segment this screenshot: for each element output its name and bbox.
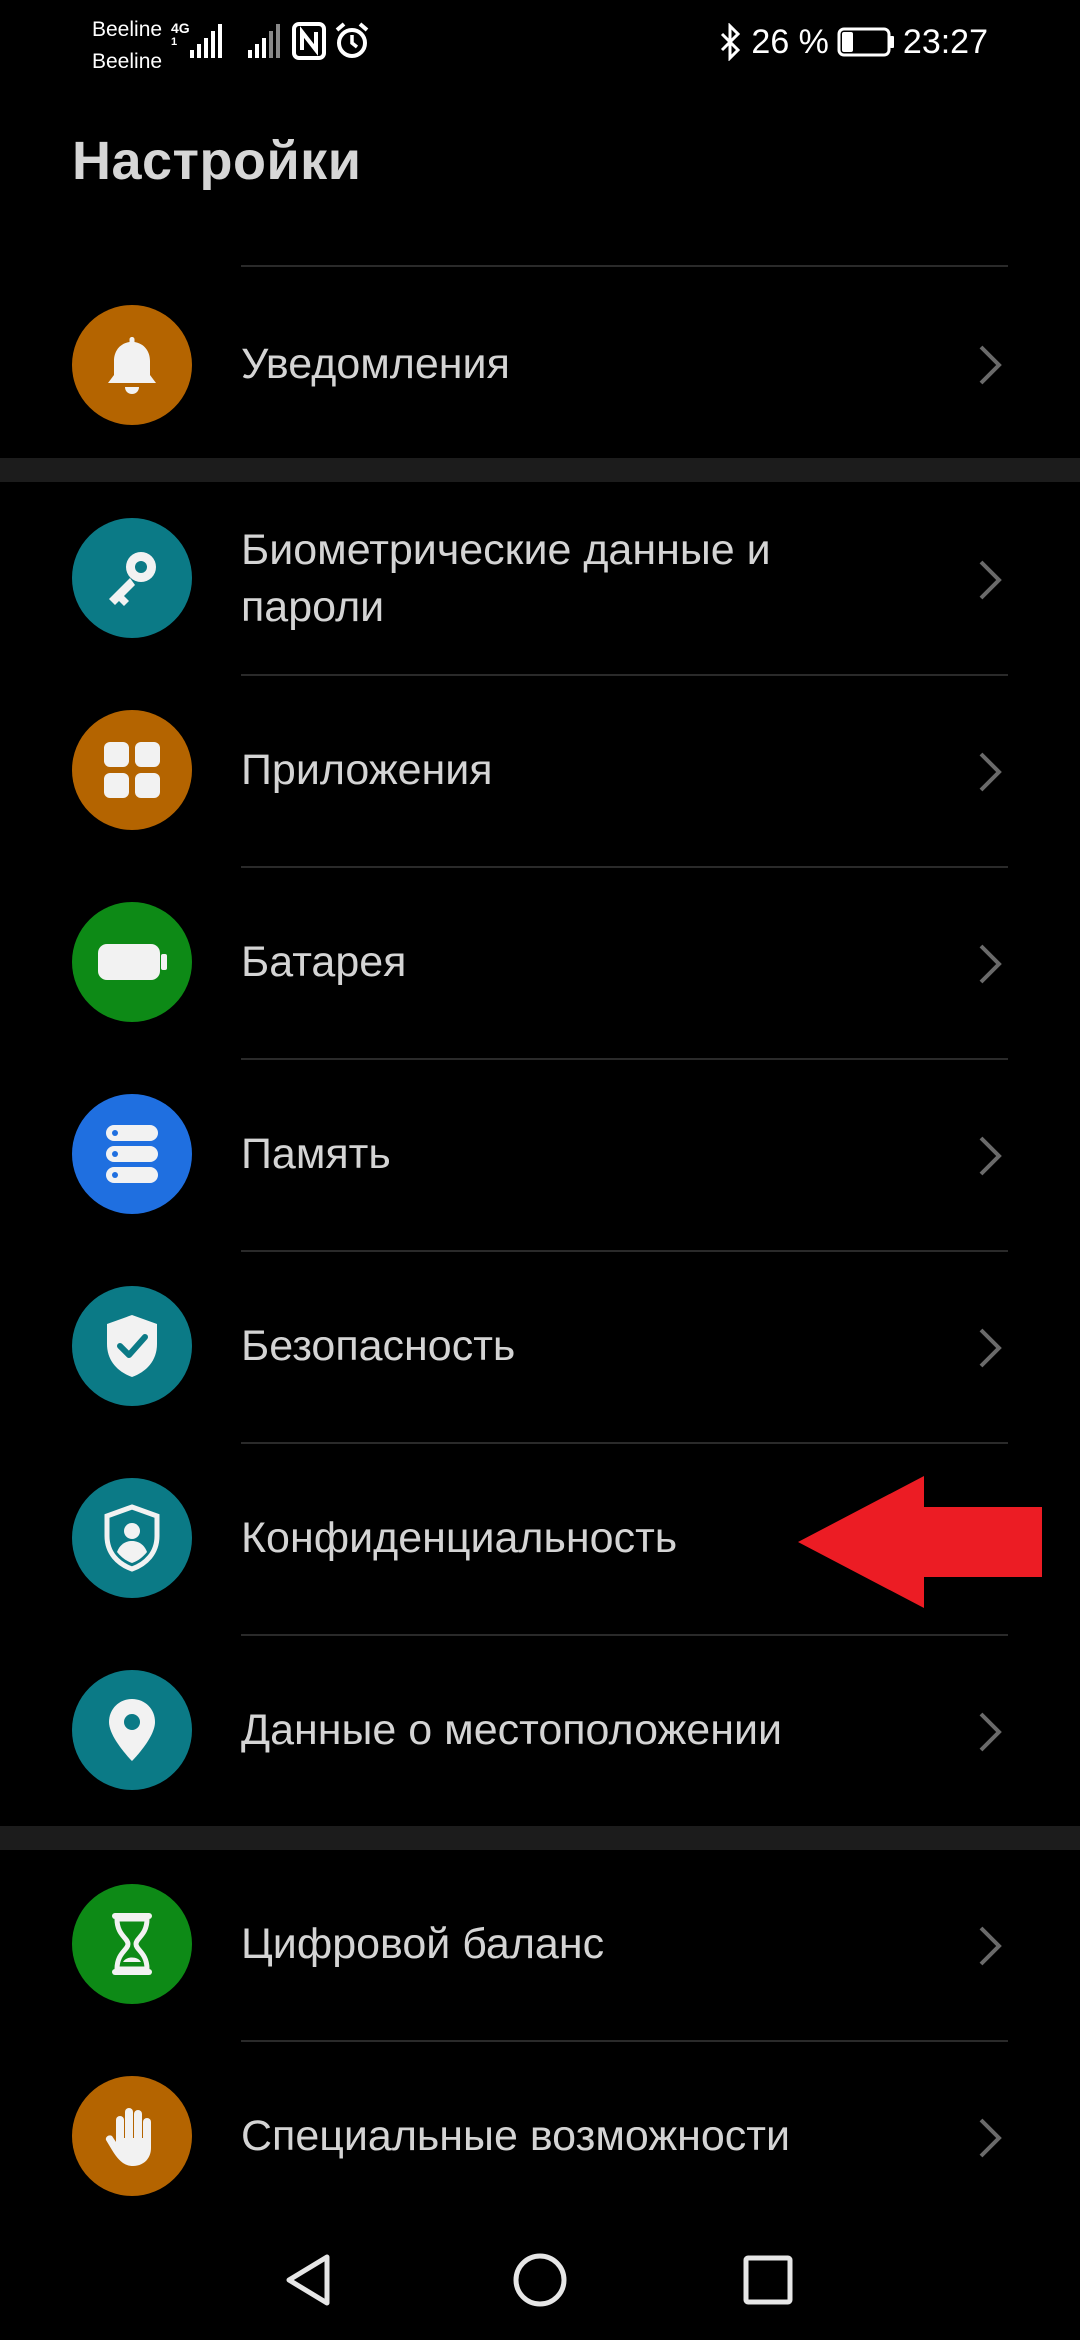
- red-arrow-icon: [798, 1476, 1042, 1608]
- recents-button[interactable]: [728, 2240, 808, 2320]
- settings-item-label: Уведомления: [241, 340, 510, 388]
- navigation-bar: [0, 2220, 1080, 2340]
- icon-circle: [72, 1286, 192, 1406]
- carrier-names: Beeline Beeline: [92, 14, 162, 78]
- settings-screen: Beeline Beeline 4G 1 26 % 23:27 Настройк…: [0, 0, 1080, 2340]
- settings-item-biometrics[interactable]: Биометрические данные и пароли: [0, 482, 1080, 674]
- settings-item-battery[interactable]: Батарея: [0, 868, 1080, 1060]
- settings-item-label: Цифровой баланс: [241, 1920, 605, 1968]
- alarm-icon: [335, 22, 369, 58]
- settings-item-label: Данные о местоположении: [241, 1706, 782, 1754]
- nfc-icon: [292, 22, 326, 60]
- back-button[interactable]: [268, 2240, 348, 2320]
- icon-circle: [72, 1884, 192, 2004]
- page-title: Настройки: [72, 131, 362, 191]
- icon-circle: [72, 305, 192, 425]
- icon-circle: [72, 518, 192, 638]
- chevron-right-icon: [979, 1712, 1002, 1752]
- signal-icon: [190, 24, 222, 58]
- bell-icon: [108, 337, 156, 394]
- icon-circle: [72, 710, 192, 830]
- status-bar: Beeline Beeline 4G 1 26 % 23:27: [0, 0, 1080, 84]
- back-icon: [286, 2254, 330, 2306]
- hand-icon: [105, 2108, 151, 2166]
- carrier-2: Beeline: [92, 50, 163, 73]
- settings-item-label: Безопасность: [241, 1322, 516, 1370]
- chevron-right-icon: [979, 560, 1002, 600]
- icon-circle: [72, 1478, 192, 1598]
- signal-icon: [248, 24, 280, 58]
- network-type-label: 4G 1: [171, 20, 190, 48]
- home-icon: [513, 2253, 567, 2307]
- location-pin-icon: [109, 1699, 155, 1761]
- settings-item-apps[interactable]: Приложения: [0, 676, 1080, 868]
- icon-circle: [72, 902, 192, 1022]
- battery-icon: [98, 944, 167, 980]
- settings-item-label: Память: [241, 1130, 391, 1178]
- settings-item-notifications[interactable]: Уведомления: [0, 300, 1080, 430]
- privacy-shield-icon: [104, 1504, 160, 1572]
- settings-item-label: Конфиденциальность: [241, 1514, 678, 1562]
- chevron-right-icon: [979, 1926, 1002, 1966]
- status-right: 26 % 23:27: [719, 20, 988, 64]
- chevron-right-icon: [979, 944, 1002, 984]
- icon-circle: [72, 1670, 192, 1790]
- home-button[interactable]: [500, 2240, 580, 2320]
- chevron-right-icon: [979, 2118, 1002, 2158]
- hourglass-icon: [112, 1913, 152, 1975]
- recents-icon: [743, 2255, 793, 2305]
- divider: [241, 265, 1008, 267]
- settings-item-accessibility[interactable]: Специальные возможности: [0, 2042, 1080, 2234]
- settings-item-storage[interactable]: Память: [0, 1060, 1080, 1252]
- icon-circle: [72, 2076, 192, 2196]
- battery-icon: [837, 27, 894, 57]
- settings-item-label: Батарея: [241, 938, 407, 986]
- group-separator: [0, 1826, 1080, 1850]
- chevron-right-icon: [979, 1136, 1002, 1176]
- clock: 23:27: [902, 22, 988, 61]
- apps-grid-icon: [104, 742, 160, 798]
- bluetooth-icon: [721, 23, 741, 61]
- settings-item-label: Специальные возможности: [241, 2112, 790, 2160]
- settings-item-digital-balance[interactable]: Цифровой баланс: [0, 1850, 1080, 2042]
- shield-check-icon: [107, 1315, 157, 1377]
- settings-item-label: Биометрические данные и пароли: [241, 526, 771, 631]
- battery-percent: 26 %: [751, 22, 829, 61]
- settings-item-location[interactable]: Данные о местоположении: [0, 1636, 1080, 1828]
- chevron-right-icon: [979, 752, 1002, 792]
- group-separator: [0, 458, 1080, 482]
- chevron-right-icon: [979, 345, 1002, 385]
- storage-icon: [106, 1125, 158, 1183]
- settings-item-label: Приложения: [241, 746, 493, 794]
- settings-item-security[interactable]: Безопасность: [0, 1252, 1080, 1444]
- chevron-right-icon: [979, 1328, 1002, 1368]
- icon-circle: [72, 1094, 192, 1214]
- carrier-1: Beeline: [92, 18, 163, 41]
- key-icon: [109, 552, 156, 606]
